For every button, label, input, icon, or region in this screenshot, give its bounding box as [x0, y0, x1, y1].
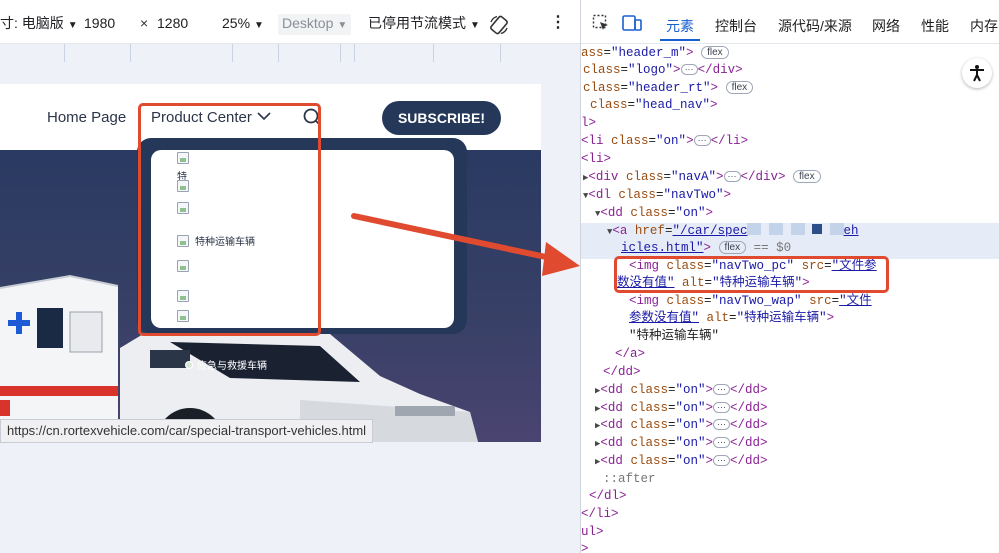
accessibility-icon	[970, 65, 984, 82]
zoom-selector[interactable]: 25% ▼	[222, 14, 264, 35]
device-toolbar: 寸: 电脑版 ▼ 1980 × 1280 25% ▼ Desktop ▼ 已停用节流模…	[0, 0, 580, 44]
caret-down-icon: ▼	[254, 20, 264, 31]
dom-line[interactable]: ▶<dd class="on"> ··· </dd>	[595, 417, 768, 434]
zoom-label: 25%	[222, 15, 251, 31]
ruler-tick	[433, 44, 434, 62]
broken-image-icon	[185, 360, 193, 369]
ruler-tick	[64, 44, 65, 62]
dom-line[interactable]: <li>	[581, 151, 611, 168]
annotation-box-dropdown	[138, 103, 321, 336]
collapsed-content[interactable]: ···	[693, 135, 711, 146]
dom-line[interactable]: ass="header_m"> flex	[581, 45, 729, 62]
dom-line[interactable]: </dd>	[603, 364, 641, 381]
flex-badge[interactable]: flex	[725, 81, 754, 94]
flex-badge[interactable]: flex	[793, 170, 821, 183]
throttle-selector[interactable]: 已停用节流模式 ▼	[368, 14, 480, 35]
collapsed-content[interactable]: ···	[713, 437, 730, 448]
dropdown-item-label: 应急与救援车辆	[197, 361, 267, 372]
ruler-tick	[500, 44, 501, 62]
redacted-block	[812, 224, 823, 234]
screenshot-root: 寸: 电脑版 ▼ 1980 × 1280 25% ▼ Desktop ▼ 已停用节流模…	[0, 0, 999, 553]
throttle-label: 已停用节流模式	[368, 15, 466, 31]
dom-line[interactable]: class="head_nav">	[590, 97, 718, 114]
dom-line[interactable]: ▶<dd class="on"> ··· </dd>	[595, 435, 768, 452]
link-hover-url: https://cn.rortexvehicle.com/car/special…	[0, 419, 374, 443]
dom-line[interactable]: <li class="on"> ··· </li>	[581, 133, 748, 150]
dom-line-img-wap[interactable]: <img class="navTwo_wap" src="文件	[629, 293, 872, 310]
collapsed-content[interactable]: ···	[680, 64, 698, 75]
dom-line[interactable]: ▶<dd class="on"> ··· </dd>	[595, 400, 768, 417]
height-input[interactable]: 1280	[157, 14, 188, 32]
subscribe-button[interactable]: SUBSCRIBE!	[382, 101, 501, 135]
dom-line[interactable]: </dl>	[589, 488, 627, 505]
dom-line[interactable]: ▶<div class="navA"> ··· </div> flex	[583, 169, 821, 186]
ruler-tick	[278, 44, 279, 62]
redacted-block	[768, 223, 783, 235]
dropdown-item-emergency[interactable]: 应急与救援车辆	[185, 357, 267, 372]
dom-line[interactable]: icles.html"> flex == $0	[621, 240, 791, 257]
dom-line[interactable]: ▶<dd class="on"> ··· </dd>	[595, 382, 768, 399]
dom-line[interactable]: >	[581, 541, 589, 553]
device-label: 寸: 电脑版	[0, 15, 64, 31]
collapsed-content[interactable]: ···	[723, 171, 741, 182]
dom-line[interactable]: 参数没有值" alt="特种运输车辆">	[629, 310, 834, 327]
redacted-block	[790, 223, 805, 235]
dom-line[interactable]: class="logo"> ··· </div>	[583, 62, 743, 79]
dom-line[interactable]: ul>	[581, 524, 604, 541]
dom-line[interactable]: ▼<dl class="navTwo">	[583, 187, 731, 204]
caret-down-icon: ▼	[470, 20, 480, 31]
accessibility-button[interactable]	[962, 58, 992, 88]
dom-line[interactable]: ▼<dd class="on">	[595, 205, 713, 222]
times-symbol: ×	[140, 15, 149, 31]
dom-line[interactable]: l>	[581, 115, 596, 132]
flex-badge[interactable]: flex	[718, 241, 747, 254]
mode-label: Desktop	[282, 15, 334, 31]
ruler-tick	[340, 44, 341, 62]
annotation-box-img-node	[614, 256, 889, 293]
dom-line[interactable]: ::after	[603, 471, 656, 488]
width-input[interactable]: 1980	[84, 14, 115, 32]
flex-badge[interactable]: flex	[701, 46, 729, 59]
dom-line[interactable]: </a>	[615, 346, 645, 363]
nav-home-link[interactable]: Home Page	[47, 109, 126, 126]
mode-selector[interactable]: Desktop ▼	[278, 14, 352, 35]
annotation-arrow-icon	[351, 213, 580, 276]
dom-line[interactable]: ▶<dd class="on"> ··· </dd>	[595, 453, 768, 470]
collapsed-content[interactable]: ···	[713, 455, 730, 466]
redacted-block	[829, 223, 844, 235]
ruler-tick	[232, 44, 233, 62]
collapsed-content[interactable]: ···	[713, 419, 730, 430]
rotate-icon[interactable]	[488, 14, 510, 36]
ruler-tick	[354, 44, 355, 62]
dom-line[interactable]: class="header_rt"> flex	[583, 80, 754, 97]
media-query-ruler	[0, 44, 580, 62]
caret-down-icon: ▼	[67, 20, 78, 31]
ruler-tick	[130, 44, 131, 62]
dom-line-selected[interactable]: ▼<a href="/car/spec eh	[607, 223, 859, 240]
caret-down-icon: ▼	[337, 20, 348, 31]
redacted-block	[747, 223, 762, 235]
dom-line[interactable]: </li>	[581, 506, 619, 523]
collapsed-content[interactable]: ···	[713, 384, 730, 395]
dom-line[interactable]: "特种运输车辆"	[629, 328, 719, 345]
collapsed-content[interactable]: ···	[713, 402, 730, 413]
more-options-icon[interactable]: ⋮	[550, 14, 566, 32]
device-selector[interactable]: 寸: 电脑版 ▼	[0, 14, 78, 35]
